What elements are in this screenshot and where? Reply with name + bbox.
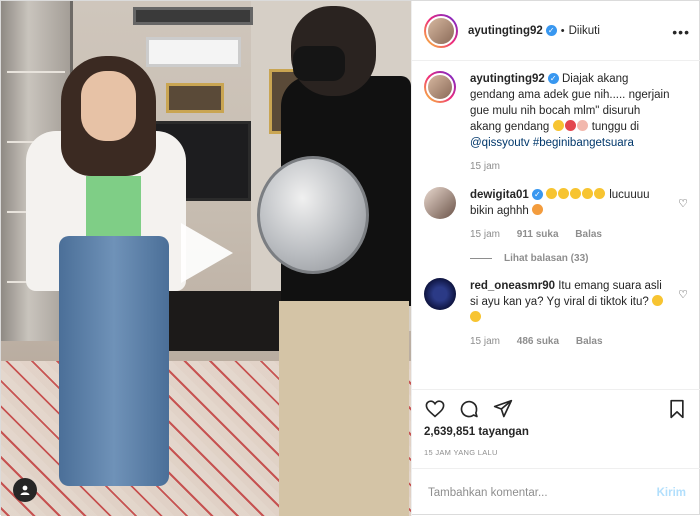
laughing-emoji-icon (594, 188, 606, 199)
header-username[interactable]: ayutingting92 (468, 25, 543, 37)
comment-reply-button[interactable]: Balas (575, 229, 602, 240)
person-woman-jeans (59, 236, 169, 486)
caption-time[interactable]: 15 jam (470, 161, 500, 172)
bookmark-icon[interactable] (666, 398, 688, 420)
heart-icon[interactable] (424, 398, 446, 420)
person-man-pants (279, 301, 409, 516)
wall-frame (166, 83, 224, 113)
view-replies-button[interactable]: Lihat balasan (33) (470, 253, 690, 264)
avatar[interactable] (424, 278, 456, 310)
comment-username[interactable]: red_oneasmr90 (470, 280, 555, 292)
frying-pan (257, 156, 369, 274)
wall-frame (133, 7, 253, 25)
laughing-emoji-icon (582, 188, 594, 199)
verified-icon: ✓ (547, 73, 559, 85)
comment-likes[interactable]: 911 suka (517, 229, 559, 240)
comment-time[interactable]: 15 jam (470, 229, 500, 240)
person-woman-top (86, 176, 141, 236)
caption-username[interactable]: ayutingting92 (470, 73, 545, 85)
instagram-post: ayutingting92 ✓ • Diikuti ••• ayutingtin… (0, 0, 700, 516)
verified-icon: ✓ (545, 25, 557, 36)
laughing-emoji-icon (470, 311, 481, 322)
comment-item: dewigita01 ✓ lucuuuu bikin aghhh 15 jam 9… (424, 187, 690, 243)
post-video[interactable] (1, 1, 411, 516)
caption-mention-link[interactable]: @qissyoutv (470, 137, 530, 149)
comment-item: red_oneasmr90 Itu emang suara asli si ay… (424, 278, 690, 350)
more-options-icon[interactable]: ••• (672, 24, 690, 40)
post-side-panel: ayutingting92 ✓ • Diikuti ••• ayutingtin… (411, 1, 700, 516)
heart-eyes-emoji-icon (532, 204, 544, 215)
follow-status-button[interactable]: Diikuti (569, 25, 600, 37)
laughing-emoji-icon (558, 188, 570, 199)
comment-icon[interactable] (458, 398, 480, 420)
tv-stand (161, 291, 286, 351)
laughing-emoji-icon (552, 120, 564, 131)
post-header: ayutingting92 ✓ • Diikuti ••• (412, 1, 700, 61)
comment-time[interactable]: 15 jam (470, 336, 500, 347)
add-comment-bar: Kirim (412, 468, 700, 516)
person-man-mask (293, 46, 345, 81)
separator: • (560, 24, 565, 37)
user-tag-icon[interactable] (13, 478, 37, 502)
view-count[interactable]: 2,639,851 tayangan (424, 426, 529, 438)
avatar[interactable] (424, 13, 458, 48)
play-icon[interactable] (181, 223, 233, 283)
view-replies-label[interactable]: Lihat balasan (33) (504, 253, 588, 264)
verified-icon: ✓ (531, 189, 543, 201)
caption-hashtag-link[interactable]: #beginibangetsuara (533, 137, 634, 149)
action-bar (412, 389, 700, 425)
comments-list: ayutingting92 ✓ Diajak akang gendang ama … (412, 71, 700, 389)
wall-frame (146, 37, 241, 67)
person-woman-face (81, 71, 136, 141)
post-timestamp[interactable]: 15 JAM YANG LALU (424, 448, 498, 457)
comment-heart-icon[interactable]: ♡ (678, 197, 688, 210)
hand-emoji-icon (576, 120, 588, 131)
comment-username[interactable]: dewigita01 (470, 189, 529, 201)
avatar[interactable] (424, 187, 456, 219)
laughing-emoji-icon (570, 188, 582, 199)
add-comment-input[interactable] (428, 486, 648, 499)
dancer-emoji-icon (564, 120, 576, 131)
comment-heart-icon[interactable]: ♡ (678, 288, 688, 301)
comment-reply-button[interactable]: Balas (576, 336, 603, 347)
caption-text-end: tunggu di (591, 121, 640, 133)
avatar[interactable] (424, 71, 456, 103)
send-icon[interactable] (492, 398, 514, 420)
send-comment-button[interactable]: Kirim (657, 487, 686, 499)
comment-likes[interactable]: 486 suka (517, 336, 559, 347)
caption: ayutingting92 ✓ Diajak akang gendang ama … (424, 71, 690, 175)
laughing-emoji-icon (651, 295, 663, 306)
laughing-emoji-icon (546, 188, 558, 199)
